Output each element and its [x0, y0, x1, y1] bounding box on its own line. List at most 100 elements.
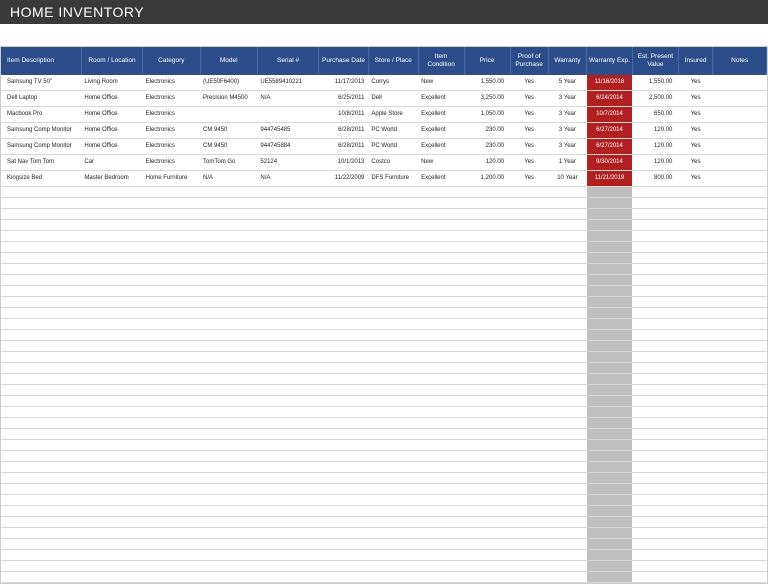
- empty-cell[interactable]: [319, 242, 369, 253]
- cell-desc[interactable]: Kingsize Bed: [1, 171, 81, 187]
- cell-warranty[interactable]: 3 Year: [548, 91, 586, 107]
- col-header[interactable]: Warranty: [548, 47, 586, 75]
- empty-cell[interactable]: [143, 330, 200, 341]
- empty-cell[interactable]: [548, 374, 586, 385]
- empty-cell[interactable]: [464, 374, 510, 385]
- empty-cell[interactable]: [632, 209, 678, 220]
- empty-cell[interactable]: [1, 506, 81, 517]
- empty-cell[interactable]: [548, 253, 586, 264]
- empty-cell[interactable]: [200, 506, 257, 517]
- empty-cell[interactable]: [1, 517, 81, 528]
- empty-cell[interactable]: [200, 440, 257, 451]
- empty-cell[interactable]: [143, 297, 200, 308]
- cell-cond[interactable]: Excellent: [418, 139, 464, 155]
- empty-cell[interactable]: [200, 572, 257, 583]
- empty-cell[interactable]: [143, 495, 200, 506]
- cell-ins[interactable]: Yes: [678, 91, 712, 107]
- empty-cell[interactable]: [143, 231, 200, 242]
- empty-cell[interactable]: [548, 528, 586, 539]
- empty-cell[interactable]: [368, 220, 418, 231]
- empty-cell[interactable]: [510, 572, 548, 583]
- cell-notes[interactable]: [713, 123, 767, 139]
- empty-cell[interactable]: [464, 506, 510, 517]
- empty-cell[interactable]: [418, 528, 464, 539]
- empty-cell[interactable]: [587, 506, 633, 517]
- empty-cell[interactable]: [368, 539, 418, 550]
- empty-cell[interactable]: [319, 539, 369, 550]
- empty-cell[interactable]: [200, 286, 257, 297]
- empty-cell[interactable]: [587, 429, 633, 440]
- empty-cell[interactable]: [713, 187, 767, 198]
- empty-cell[interactable]: [510, 495, 548, 506]
- empty-cell[interactable]: [548, 418, 586, 429]
- empty-cell[interactable]: [257, 385, 318, 396]
- empty-cell[interactable]: [368, 374, 418, 385]
- empty-cell[interactable]: [548, 209, 586, 220]
- empty-cell[interactable]: [548, 297, 586, 308]
- empty-cell[interactable]: [464, 517, 510, 528]
- empty-cell[interactable]: [464, 198, 510, 209]
- empty-cell[interactable]: [510, 451, 548, 462]
- empty-cell[interactable]: [257, 462, 318, 473]
- empty-cell[interactable]: [200, 209, 257, 220]
- empty-cell[interactable]: [510, 242, 548, 253]
- empty-cell[interactable]: [368, 297, 418, 308]
- empty-cell[interactable]: [257, 561, 318, 572]
- empty-cell[interactable]: [713, 363, 767, 374]
- cell-store[interactable]: Currys: [368, 75, 418, 91]
- empty-cell[interactable]: [81, 396, 142, 407]
- empty-cell[interactable]: [548, 352, 586, 363]
- empty-cell[interactable]: [143, 275, 200, 286]
- cell-cat[interactable]: Electronics: [143, 139, 200, 155]
- empty-cell[interactable]: [587, 462, 633, 473]
- empty-cell[interactable]: [713, 473, 767, 484]
- empty-cell[interactable]: [143, 341, 200, 352]
- cell-price[interactable]: 1,550.00: [464, 75, 510, 91]
- empty-cell[interactable]: [81, 429, 142, 440]
- empty-cell[interactable]: [632, 385, 678, 396]
- empty-cell[interactable]: [81, 209, 142, 220]
- cell-room[interactable]: Home Office: [81, 123, 142, 139]
- empty-cell[interactable]: [418, 352, 464, 363]
- empty-cell[interactable]: [257, 264, 318, 275]
- cell-notes[interactable]: [713, 91, 767, 107]
- empty-cell[interactable]: [418, 363, 464, 374]
- empty-cell[interactable]: [257, 539, 318, 550]
- empty-cell[interactable]: [1, 286, 81, 297]
- empty-cell[interactable]: [81, 187, 142, 198]
- empty-cell[interactable]: [1, 297, 81, 308]
- empty-cell[interactable]: [143, 352, 200, 363]
- empty-cell[interactable]: [548, 308, 586, 319]
- empty-cell[interactable]: [81, 506, 142, 517]
- empty-cell[interactable]: [632, 341, 678, 352]
- cell-ins[interactable]: Yes: [678, 75, 712, 91]
- empty-cell[interactable]: [510, 407, 548, 418]
- empty-cell[interactable]: [368, 308, 418, 319]
- empty-cell[interactable]: [143, 308, 200, 319]
- empty-cell[interactable]: [368, 231, 418, 242]
- empty-cell[interactable]: [418, 495, 464, 506]
- empty-cell[interactable]: [319, 528, 369, 539]
- empty-cell[interactable]: [678, 253, 712, 264]
- empty-cell[interactable]: [632, 242, 678, 253]
- empty-cell[interactable]: [257, 440, 318, 451]
- empty-cell[interactable]: [257, 308, 318, 319]
- empty-cell[interactable]: [143, 484, 200, 495]
- empty-cell[interactable]: [200, 407, 257, 418]
- empty-cell[interactable]: [368, 330, 418, 341]
- empty-cell[interactable]: [632, 253, 678, 264]
- cell-cat[interactable]: Electronics: [143, 155, 200, 171]
- empty-cell[interactable]: [632, 396, 678, 407]
- empty-cell[interactable]: [257, 352, 318, 363]
- empty-cell[interactable]: [713, 539, 767, 550]
- empty-cell[interactable]: [257, 550, 318, 561]
- empty-cell[interactable]: [464, 341, 510, 352]
- empty-cell[interactable]: [587, 473, 633, 484]
- empty-cell[interactable]: [1, 242, 81, 253]
- empty-cell[interactable]: [678, 231, 712, 242]
- empty-cell[interactable]: [548, 484, 586, 495]
- empty-cell[interactable]: [510, 330, 548, 341]
- empty-cell[interactable]: [678, 286, 712, 297]
- empty-cell[interactable]: [1, 561, 81, 572]
- empty-cell[interactable]: [632, 220, 678, 231]
